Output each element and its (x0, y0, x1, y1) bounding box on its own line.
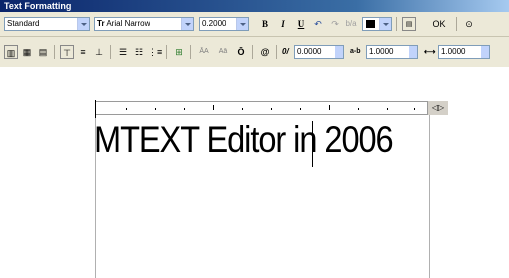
bold-button[interactable]: B (258, 17, 272, 31)
width-factor-input[interactable]: 1.0000 (438, 45, 490, 59)
color-dropdown[interactable] (362, 17, 392, 31)
ruler-tick (414, 108, 415, 110)
italic-button[interactable]: I (276, 17, 290, 31)
indent-marker[interactable] (95, 100, 99, 118)
ok-button[interactable]: OK (428, 17, 450, 31)
chevron-down-icon[interactable] (77, 18, 89, 30)
separator (54, 45, 55, 59)
oblique-angle-label: 0/ (282, 47, 289, 56)
ruler-tick (387, 108, 388, 110)
style-dropdown[interactable]: Standard (4, 17, 90, 31)
ruler-tick (329, 105, 330, 110)
text-formatting-toolbar: Text Formatting Standard Tr Arial Narrow… (0, 0, 509, 67)
chevron-down-icon[interactable] (236, 18, 248, 30)
undo-icon[interactable]: ↶ (311, 17, 325, 31)
uppercase-icon[interactable]: ĀA (196, 45, 212, 59)
redo-icon[interactable]: ↷ (328, 17, 342, 31)
font-dropdown[interactable]: Tr Arial Narrow (94, 17, 194, 31)
insert-field-icon[interactable]: ⊞ (172, 45, 186, 59)
style-value: Standard (7, 19, 40, 28)
ruler-tick (358, 108, 359, 110)
separator (252, 45, 253, 59)
oblique-angle-input[interactable]: 0.0000 (294, 45, 344, 59)
separator (166, 45, 167, 59)
toolbar-title-bar[interactable]: Text Formatting (0, 0, 509, 12)
ruler-resize-handle[interactable]: ◁▷ (428, 101, 448, 115)
tracking-value: 1.0000 (369, 47, 394, 56)
ruler-tick (271, 108, 272, 110)
toolbar-title: Text Formatting (4, 1, 72, 11)
text-height-value: 0.2000 (202, 19, 227, 28)
tracking-input[interactable]: 1.0000 (366, 45, 418, 59)
separator (276, 45, 277, 59)
separator (190, 45, 191, 59)
separator (456, 17, 457, 31)
spinner-icon[interactable] (409, 46, 417, 58)
align-bottom-icon[interactable]: ⊥ (92, 45, 106, 59)
underline-button[interactable]: U (294, 17, 308, 31)
overline-icon[interactable]: Ō (234, 45, 248, 59)
mtext-justification-icon[interactable]: ▦ (20, 45, 34, 59)
stack-icon[interactable]: b/a (344, 17, 358, 31)
separator (110, 45, 111, 59)
align-top-icon[interactable]: ⊤ (60, 45, 74, 59)
ruler-tick (184, 108, 185, 110)
uppercase-letters-icon[interactable]: ⋮≡ (148, 45, 162, 59)
width-factor-icon: ⟷ (424, 47, 436, 56)
font-value: Arial Narrow (106, 19, 151, 28)
ruler-tick (300, 108, 301, 110)
spinner-icon[interactable] (481, 46, 489, 58)
toolbar-row-1: Standard Tr Arial Narrow 0.2000 B I U ↶ … (0, 12, 509, 37)
numbering-icon[interactable]: ☰ (116, 45, 130, 59)
ruler-tick (126, 108, 127, 110)
lowercase-icon[interactable]: Aā (215, 45, 231, 59)
columns-icon[interactable]: ▥ (4, 45, 18, 59)
tracking-label: a-b (350, 48, 361, 55)
mtext-content[interactable]: MTEXT Editor in 2006 (94, 118, 394, 162)
oblique-angle-value: 0.0000 (297, 47, 322, 56)
separator (396, 17, 397, 31)
text-cursor (312, 121, 313, 167)
ruler-icon[interactable]: ▤ (402, 17, 416, 31)
options-icon[interactable]: ⊙ (462, 17, 476, 31)
spinner-icon[interactable] (335, 46, 343, 58)
ruler-tick (213, 105, 214, 110)
align-middle-icon[interactable]: ≡ (76, 45, 90, 59)
chevron-down-icon[interactable] (181, 18, 193, 30)
ruler[interactable] (95, 101, 428, 115)
ruler-tick (155, 108, 156, 110)
color-swatch (366, 20, 375, 28)
toolbar-row-2: ▥ ▦ ▤ ⊤ ≡ ⊥ ☰ ☷ ⋮≡ ⊞ ĀA Aā Ō @ 0/ 0.0000… (0, 37, 509, 67)
symbol-icon[interactable]: @ (258, 45, 272, 59)
paragraph-icon[interactable]: ▤ (36, 45, 50, 59)
width-factor-value: 1.0000 (441, 47, 466, 56)
bullets-icon[interactable]: ☷ (132, 45, 146, 59)
font-icon: Tr Arial Narrow (97, 19, 151, 28)
ruler-tick (242, 108, 243, 110)
chevron-down-icon[interactable] (379, 18, 391, 30)
text-height-dropdown[interactable]: 0.2000 (199, 17, 249, 31)
